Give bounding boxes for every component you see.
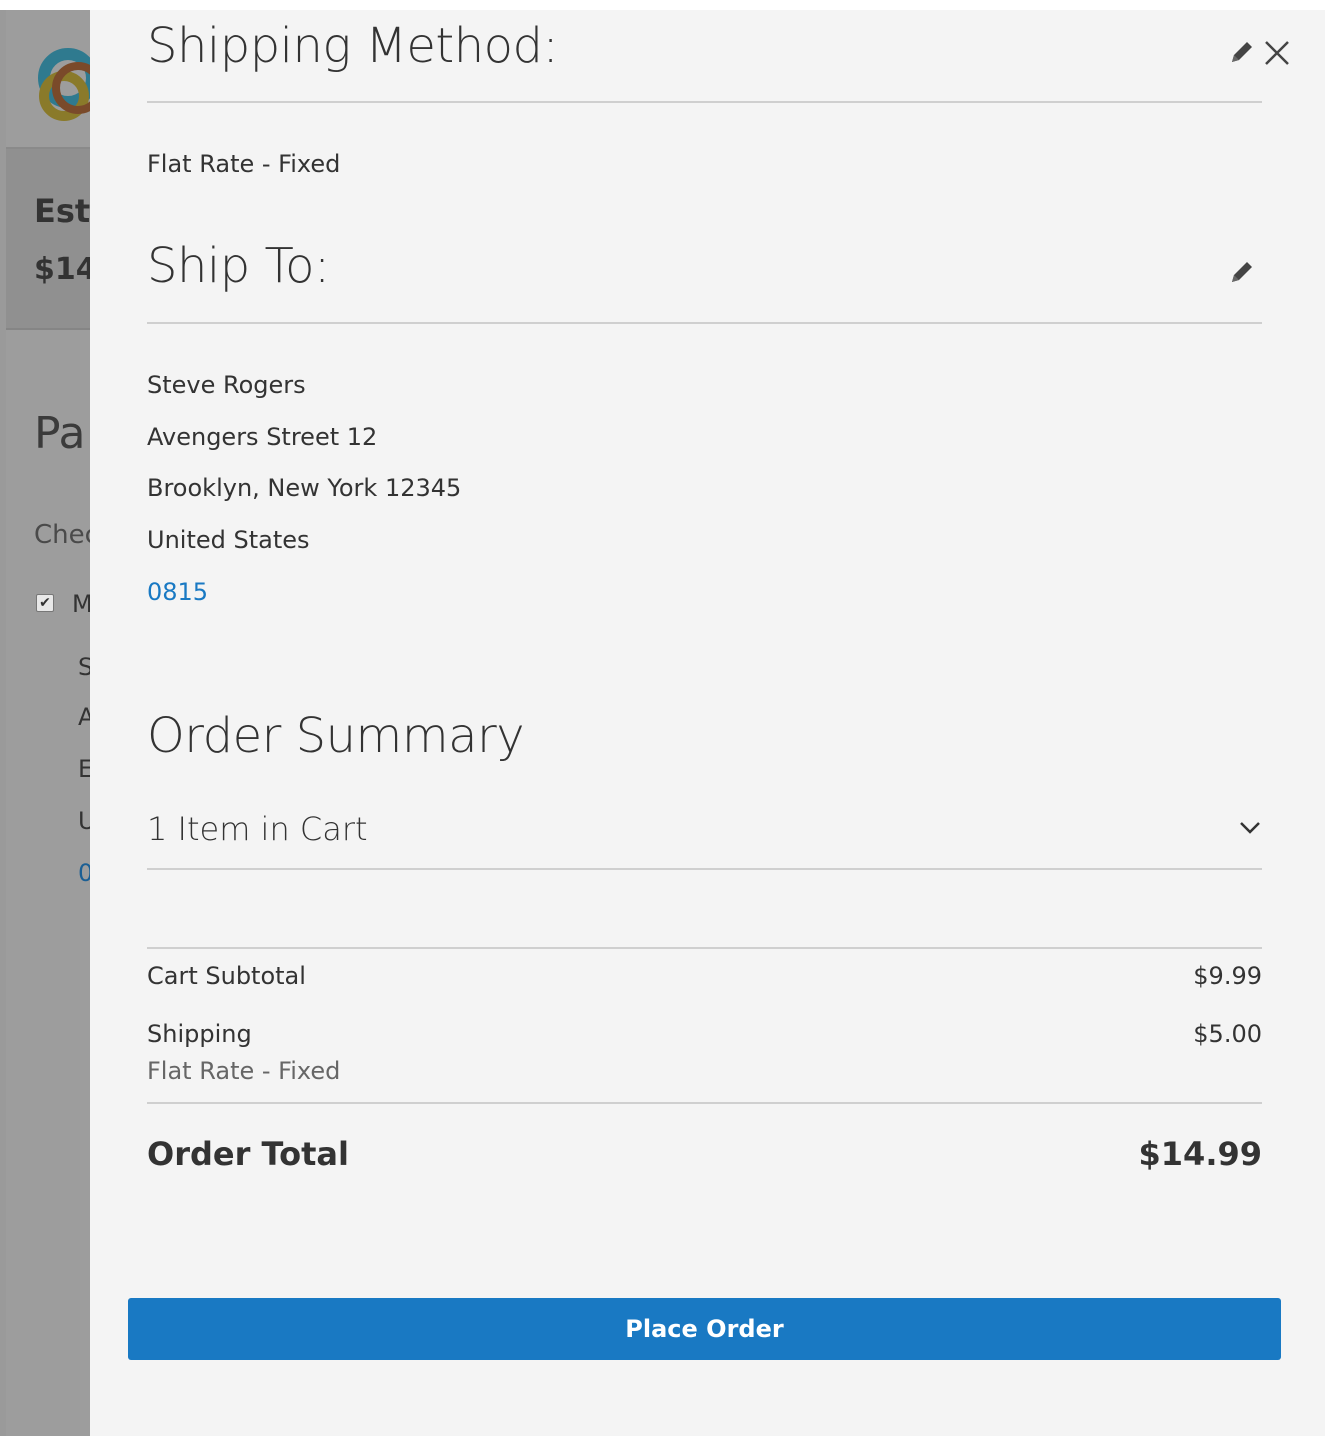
edit-ship-to-button[interactable] — [1226, 256, 1258, 288]
ship-to-country: United States — [147, 526, 310, 554]
pencil-icon — [1232, 42, 1252, 62]
place-order-button[interactable]: Place Order — [128, 1298, 1281, 1360]
billing-address-line: A — [78, 703, 90, 731]
shipping-method-detail: Flat Rate - Fixed — [147, 1057, 341, 1085]
order-total-label: Order Total — [147, 1135, 349, 1173]
ship-to-divider — [147, 322, 1262, 324]
shipping-method-divider — [147, 101, 1262, 103]
payment-title: Pa — [34, 408, 86, 459]
payment-method-label: Chec — [34, 520, 90, 550]
ship-to-street: Avengers Street 12 — [147, 423, 378, 451]
items-in-cart-divider — [147, 868, 1262, 870]
cart-subtotal-value: $9.99 — [1193, 962, 1262, 990]
ship-to-title: Ship To: — [147, 238, 330, 294]
totals-bottom-divider — [147, 1102, 1262, 1104]
order-total-value: $14.99 — [1138, 1135, 1262, 1173]
ship-to-name: Steve Rogers — [147, 371, 306, 399]
pencil-icon — [1232, 262, 1252, 282]
billing-same-checkbox[interactable]: ✔ — [36, 594, 54, 612]
edit-shipping-method-button[interactable] — [1226, 36, 1258, 68]
close-button[interactable] — [1262, 38, 1292, 68]
estimated-total-value: $14 — [34, 252, 90, 287]
estimated-total-label: Esti — [34, 192, 90, 230]
shipping-method-value: Flat Rate - Fixed — [147, 150, 341, 178]
store-logo-icon — [38, 48, 90, 121]
items-in-cart-expand-button[interactable] — [1236, 816, 1264, 840]
shipping-label: Shipping — [147, 1020, 252, 1048]
billing-address-line: E — [78, 755, 90, 783]
ship-to-phone-link[interactable]: 0815 — [147, 578, 208, 606]
items-in-cart-toggle[interactable]: 1 Item in Cart — [147, 810, 368, 848]
background-page: Esti $14 Pa Chec ✔ M S A E U 0 — [6, 10, 90, 1436]
totals-top-divider — [147, 947, 1262, 949]
estimated-total-panel — [6, 149, 90, 330]
cart-subtotal-label: Cart Subtotal — [147, 962, 306, 990]
order-summary-title: Order Summary — [147, 708, 525, 764]
order-summary-panel: Shipping Method: Flat Rate - Fixed Ship … — [90, 10, 1325, 1436]
shipping-method-title: Shipping Method: — [147, 18, 559, 74]
billing-address-line: U — [78, 807, 90, 835]
close-icon — [1265, 41, 1289, 65]
top-edge — [0, 0, 1325, 10]
chevron-down-icon — [1240, 822, 1260, 834]
ship-to-city: Brooklyn, New York 12345 — [147, 474, 462, 502]
billing-phone-link[interactable]: 0 — [78, 859, 90, 887]
billing-address-line: S — [78, 653, 90, 681]
billing-same-label: M — [72, 590, 90, 618]
shipping-value: $5.00 — [1193, 1020, 1262, 1048]
